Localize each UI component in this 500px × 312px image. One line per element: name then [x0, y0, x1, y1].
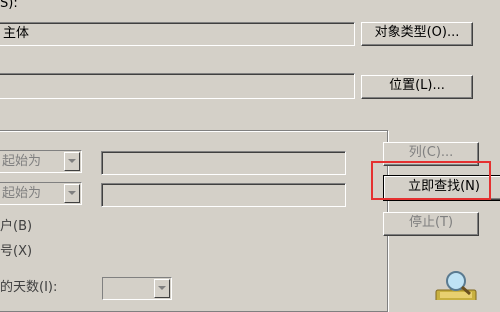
description-query-input[interactable]: [101, 183, 346, 207]
object-types-button[interactable]: 对象类型(O)...: [361, 22, 473, 46]
locations-button[interactable]: 位置(L)...: [361, 75, 473, 99]
magnifier-icon: [430, 270, 490, 303]
object-type-label: S):: [0, 0, 18, 11]
annotation-highlight-box: [371, 161, 491, 200]
description-match-value: 起始为: [2, 186, 42, 201]
name-match-value: 起始为: [2, 154, 42, 169]
name-query-input[interactable]: [101, 151, 346, 175]
chevron-down-icon[interactable]: [154, 279, 170, 298]
days-since-logon-combo[interactable]: [102, 277, 172, 300]
chevron-down-icon[interactable]: [64, 184, 80, 203]
object-type-value: 主体: [3, 26, 30, 41]
chevron-down-icon[interactable]: [64, 152, 80, 171]
disabled-accounts-checkbox-label[interactable]: 户(B): [0, 219, 32, 235]
name-match-combo[interactable]: 起始为: [0, 150, 82, 173]
days-since-logon-label: 的天数(I):: [0, 280, 58, 295]
description-match-combo[interactable]: 起始为: [0, 182, 82, 205]
object-type-input[interactable]: 主体: [0, 22, 355, 46]
nonexpiring-password-checkbox-label[interactable]: 号(X): [0, 244, 32, 260]
stop-button[interactable]: 停止(T): [383, 212, 479, 236]
location-input[interactable]: [0, 73, 355, 99]
